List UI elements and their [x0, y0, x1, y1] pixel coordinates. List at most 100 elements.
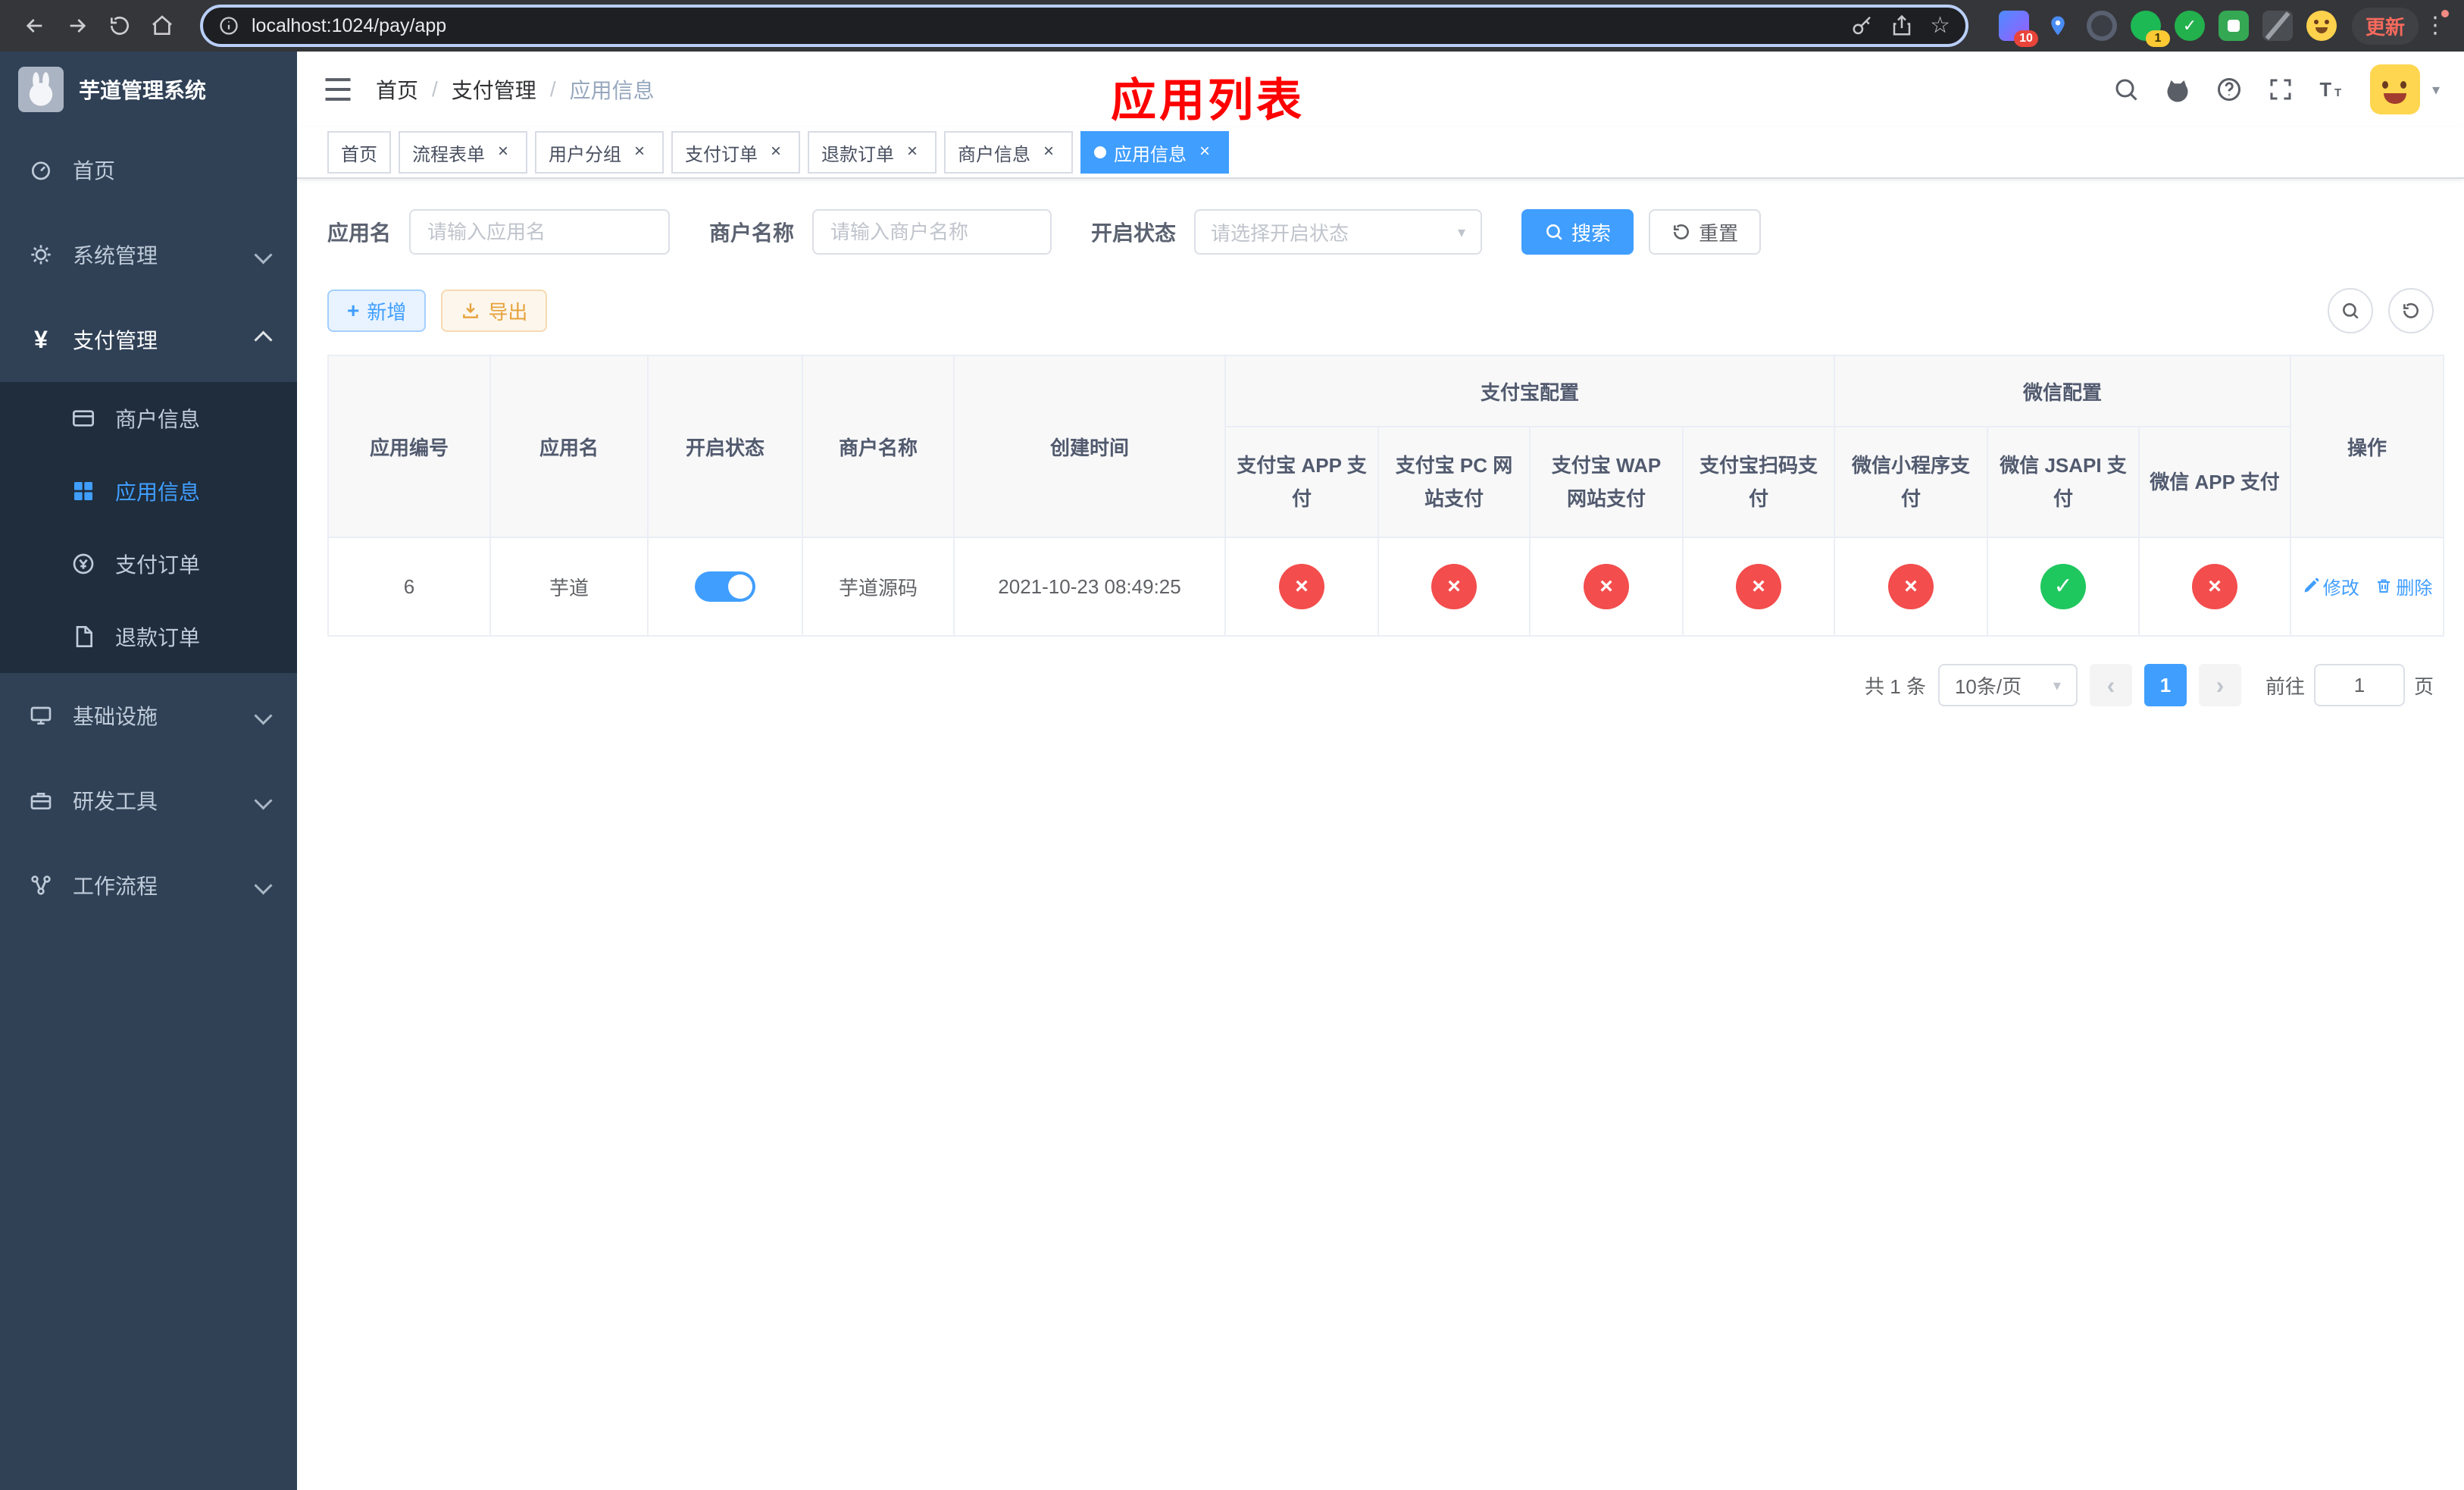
- pay-order-icon: [70, 550, 97, 578]
- navbar-actions: TT ▾: [2112, 64, 2440, 114]
- page-1-button[interactable]: 1: [2143, 664, 2187, 706]
- bookmark-star-icon[interactable]: ☆: [1930, 14, 1950, 37]
- pagination: 共 1 条 10条/页 ▾ ‹ 1 › 前往 页: [327, 664, 2434, 706]
- close-icon[interactable]: ×: [492, 142, 514, 163]
- sidebar-item-infrastructure[interactable]: 基础设施: [0, 673, 297, 758]
- sidebar-item-home[interactable]: 首页: [0, 127, 297, 212]
- extension-icon[interactable]: [2218, 11, 2249, 41]
- search-icon[interactable]: [2112, 76, 2140, 103]
- sidebar-item-workflow[interactable]: 工作流程: [0, 843, 297, 928]
- home-button[interactable]: [142, 6, 182, 45]
- extension-icon[interactable]: 10: [1998, 11, 2038, 47]
- tab-app-info[interactable]: 应用信息 ×: [1080, 131, 1229, 174]
- sidebar-item-payment-order[interactable]: 支付订单: [0, 527, 297, 600]
- status-switch[interactable]: [695, 571, 755, 602]
- add-button[interactable]: + 新增: [327, 290, 427, 332]
- sidebar-item-refund-order[interactable]: 退款订单: [0, 600, 297, 673]
- active-tab-dot: [1094, 146, 1106, 158]
- status-select[interactable]: 请选择开启状态 ▾: [1194, 209, 1483, 255]
- tab-refund-order[interactable]: 退款订单 ×: [808, 131, 937, 174]
- app-name-label: 应用名: [327, 221, 392, 245]
- address-bar[interactable]: localhost:1024/pay/app ☆: [200, 5, 1968, 47]
- edit-link[interactable]: 修改: [2302, 573, 2359, 599]
- app-logo[interactable]: 芋道管理系统: [0, 52, 297, 127]
- forward-button[interactable]: [58, 6, 97, 45]
- site-info-icon[interactable]: [218, 15, 239, 36]
- refresh-table-button[interactable]: [2388, 288, 2434, 333]
- tab-home[interactable]: 首页: [327, 131, 391, 174]
- search-button[interactable]: 搜索: [1521, 209, 1634, 255]
- next-page-button[interactable]: ›: [2198, 664, 2241, 706]
- breadcrumb-home[interactable]: 首页: [376, 74, 418, 105]
- svg-text:T: T: [2319, 80, 2331, 101]
- export-button[interactable]: 导出: [441, 290, 548, 332]
- col-alipay-wap: 支付宝 WAP 网站支付: [1529, 426, 1684, 538]
- extension-icon[interactable]: [2262, 11, 2293, 41]
- close-icon[interactable]: ×: [629, 142, 650, 163]
- tab-process-form[interactable]: 流程表单 ×: [399, 131, 527, 174]
- toggle-search-button[interactable]: [2328, 288, 2373, 333]
- delete-link[interactable]: 删除: [2375, 573, 2432, 599]
- share-icon[interactable]: [1890, 14, 1913, 37]
- col-app-name: 应用名: [489, 355, 649, 538]
- total-count: 共 1 条: [1865, 675, 1926, 698]
- col-alipay-pc: 支付宝 PC 网站支付: [1377, 426, 1531, 538]
- avatar[interactable]: [2369, 64, 2420, 114]
- breadcrumb-payment[interactable]: 支付管理: [452, 74, 536, 105]
- filter-form: 应用名 商户名称 开启状态 请选择开启状态 ▾ 搜索: [327, 209, 2434, 255]
- col-wechat-mini: 微信小程序支付: [1834, 426, 1989, 538]
- fullscreen-icon[interactable]: [2267, 76, 2294, 103]
- tab-merchant-info[interactable]: 商户信息 ×: [944, 131, 1073, 174]
- monitor-icon: [27, 702, 55, 729]
- password-key-icon[interactable]: [1851, 14, 1874, 37]
- tab-payment-order[interactable]: 支付订单 ×: [671, 131, 800, 174]
- yen-icon: ¥: [34, 326, 48, 353]
- sidebar-item-app-info[interactable]: 应用信息: [0, 455, 297, 527]
- font-size-icon[interactable]: TT: [2319, 76, 2346, 103]
- close-icon[interactable]: ×: [902, 142, 923, 163]
- github-icon[interactable]: [2164, 76, 2191, 103]
- credit-card-icon: [70, 405, 97, 432]
- chevron-down-icon: [254, 706, 273, 725]
- back-icon: [26, 19, 42, 33]
- pin-extension-icon[interactable]: [2043, 11, 2073, 41]
- extension-icon[interactable]: [2086, 11, 2117, 41]
- extension-icon[interactable]: ✓: [2174, 11, 2205, 41]
- emoji-extension-icon[interactable]: [2306, 11, 2337, 41]
- logo-avatar: [18, 67, 64, 112]
- col-actions: 操作: [2290, 355, 2445, 538]
- reload-button[interactable]: [100, 6, 139, 45]
- close-icon[interactable]: ×: [765, 142, 786, 163]
- goto-label: 前往: [2265, 675, 2305, 698]
- update-indicator-dot: [2441, 10, 2449, 17]
- merchant-name-label: 商户名称: [709, 221, 795, 245]
- config-status-icon: ×: [1431, 564, 1477, 609]
- back-button[interactable]: [15, 6, 55, 45]
- app-name-input[interactable]: [409, 209, 671, 255]
- close-icon[interactable]: ×: [1194, 142, 1215, 163]
- col-merchant: 商户名称: [802, 355, 955, 538]
- help-icon[interactable]: [2215, 76, 2243, 103]
- refresh-icon: [2403, 303, 2419, 318]
- dashboard-icon: [27, 156, 55, 183]
- sidebar-item-merchant-info[interactable]: 商户信息: [0, 382, 297, 455]
- goto-page-input[interactable]: [2313, 664, 2405, 706]
- merchant-name-input[interactable]: [812, 209, 1052, 255]
- prev-page-button[interactable]: ‹: [2089, 664, 2132, 706]
- sidebar-item-system[interactable]: 系统管理: [0, 212, 297, 297]
- breadcrumb: 首页 / 支付管理 / 应用信息: [376, 74, 655, 105]
- extension-icon[interactable]: 1: [2130, 11, 2170, 47]
- sidebar-item-payment[interactable]: ¥ 支付管理: [0, 297, 297, 382]
- sidebar-item-devtools[interactable]: 研发工具: [0, 758, 297, 843]
- edit-icon: [2304, 578, 2319, 593]
- browser-update-button[interactable]: 更新: [2351, 7, 2419, 45]
- trash-icon: [2378, 579, 2391, 593]
- tab-user-group[interactable]: 用户分组 ×: [535, 131, 664, 174]
- tags-view: 首页 流程表单 × 用户分组 × 支付订单 × 退款订单 × 商户信息 × 应用…: [297, 127, 2464, 179]
- reset-button[interactable]: 重置: [1649, 209, 1762, 255]
- chevron-down-icon[interactable]: ▾: [2432, 80, 2440, 99]
- browser-menu-kebab-icon[interactable]: ⋮: [2422, 10, 2449, 37]
- hamburger-icon[interactable]: [321, 73, 355, 106]
- page-size-select[interactable]: 10条/页 ▾: [1937, 664, 2078, 706]
- close-icon[interactable]: ×: [1038, 142, 1059, 163]
